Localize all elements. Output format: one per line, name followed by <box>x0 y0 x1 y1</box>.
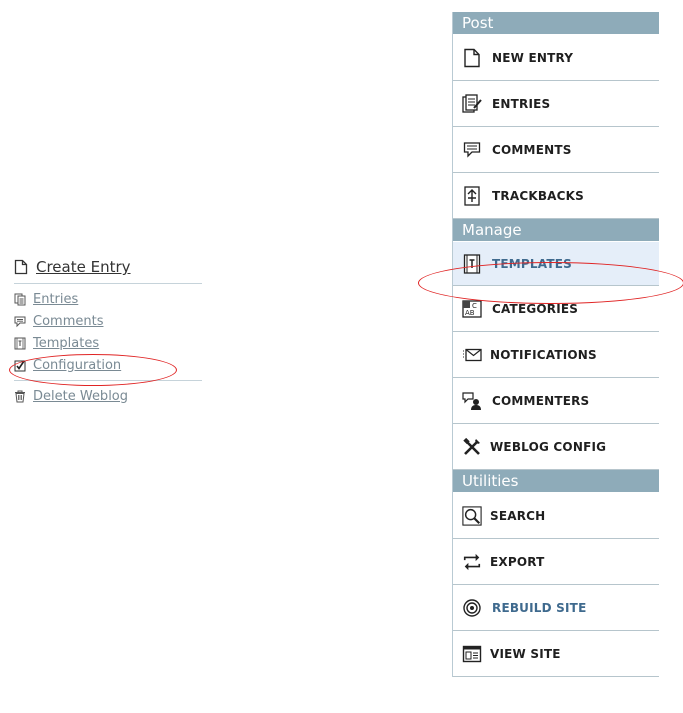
sidebar-item-rebuild-site[interactable]: REBUILD SITE <box>453 585 659 631</box>
section-header-utilities: Utilities <box>453 470 659 493</box>
menu-item-comments[interactable]: Comments <box>14 310 204 332</box>
tools-icon <box>462 437 482 457</box>
sidebar-item-label: NEW ENTRY <box>492 50 574 65</box>
delete-weblog-label: Delete Weblog <box>33 388 129 404</box>
sidebar-item-label: WEBLOG CONFIG <box>490 439 607 454</box>
section-header-post: Post <box>453 12 659 35</box>
svg-text:AB: AB <box>465 309 475 317</box>
menu-item-templates[interactable]: Templates <box>14 332 204 354</box>
trash-icon <box>14 390 26 403</box>
menu-item-entries[interactable]: Entries <box>14 288 204 310</box>
checkbox-icon <box>14 359 26 372</box>
menu-item-configuration[interactable]: Configuration <box>14 354 204 376</box>
export-arrows-icon <box>462 552 482 572</box>
new-document-icon <box>14 259 28 275</box>
menu-item-label: Comments <box>33 313 104 329</box>
sidebar-item-commenters[interactable]: COMMENTERS <box>453 378 659 424</box>
sidebar-item-templates[interactable]: TEMPLATES <box>453 242 659 286</box>
template-icon <box>462 253 482 274</box>
menu-item-label: Entries <box>33 291 79 307</box>
sidebar-item-label: REBUILD SITE <box>492 600 587 615</box>
comment-icon <box>14 315 26 328</box>
menu-item-label: Configuration <box>33 357 122 373</box>
entries-icon <box>14 293 26 306</box>
delete-weblog-link[interactable]: Delete Weblog <box>14 385 204 407</box>
section-header-manage: Manage <box>453 219 659 242</box>
sidebar-item-label: NOTIFICATIONS <box>490 347 597 362</box>
new-document-icon <box>462 48 482 68</box>
sidebar-item-label: CATEGORIES <box>492 301 579 316</box>
sidebar-menu: Post NEW ENTRY ENTRIES COMMENTS TRACKBAC… <box>452 12 659 677</box>
sidebar-item-label: VIEW SITE <box>490 646 561 661</box>
entries-pen-icon <box>462 93 482 114</box>
menu-item-label: Templates <box>33 335 100 351</box>
categories-icon: C AB <box>462 299 482 319</box>
sidebar-item-weblog-config[interactable]: WEBLOG CONFIG <box>453 424 659 470</box>
sidebar-item-label: TEMPLATES <box>492 256 572 271</box>
sidebar-item-comments[interactable]: COMMENTS <box>453 127 659 173</box>
commenter-icon <box>462 391 482 411</box>
sidebar-item-view-site[interactable]: VIEW SITE <box>453 631 659 677</box>
comment-icon <box>462 140 482 160</box>
sidebar-item-label: SEARCH <box>490 508 546 523</box>
create-entry-label: Create Entry <box>36 258 131 276</box>
trackback-icon <box>462 185 482 206</box>
compact-menu: Create Entry Entries Comments Templates … <box>14 255 204 407</box>
sidebar-item-trackbacks[interactable]: TRACKBACKS <box>453 173 659 219</box>
sidebar-item-label: TRACKBACKS <box>492 188 584 203</box>
search-icon <box>462 505 482 526</box>
sidebar-item-label: EXPORT <box>490 554 545 569</box>
sidebar-item-label: ENTRIES <box>492 96 551 111</box>
sidebar-item-categories[interactable]: C AB CATEGORIES <box>453 286 659 332</box>
envelope-icon <box>462 345 482 365</box>
sidebar-item-entries[interactable]: ENTRIES <box>453 81 659 127</box>
divider <box>14 380 202 381</box>
sidebar-item-label: COMMENTERS <box>492 393 590 408</box>
template-icon <box>14 337 26 350</box>
view-site-window-icon <box>462 644 482 664</box>
sidebar-item-label: COMMENTS <box>492 142 572 157</box>
sidebar-item-new-entry[interactable]: NEW ENTRY <box>453 35 659 81</box>
rebuild-target-icon <box>462 598 482 618</box>
sidebar-item-search[interactable]: SEARCH <box>453 493 659 539</box>
sidebar-item-export[interactable]: EXPORT <box>453 539 659 585</box>
create-entry-link[interactable]: Create Entry <box>14 255 204 279</box>
divider <box>14 283 202 284</box>
sidebar-item-notifications[interactable]: NOTIFICATIONS <box>453 332 659 378</box>
